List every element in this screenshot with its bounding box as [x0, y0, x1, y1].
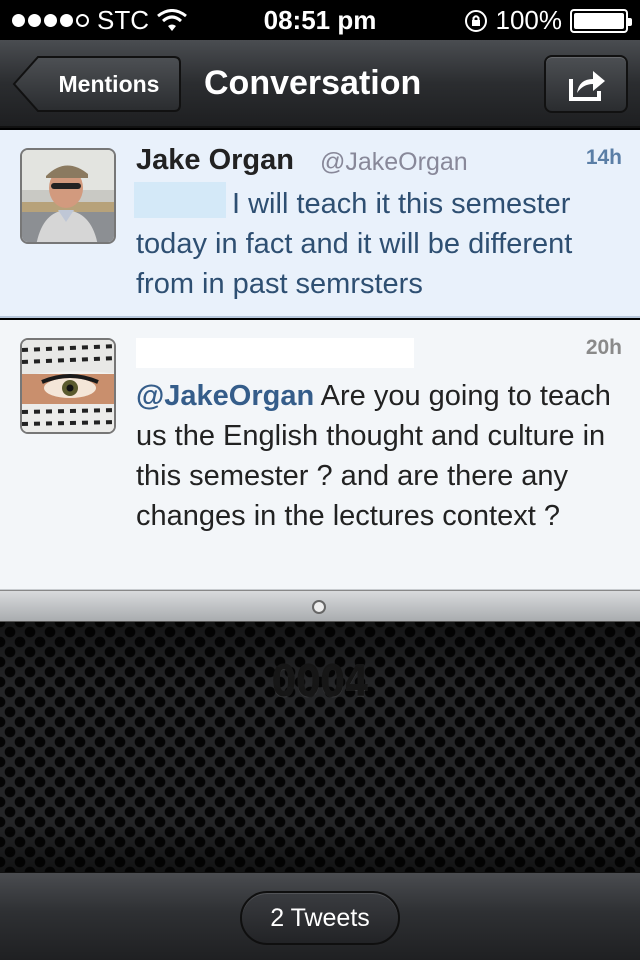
bottom-toolbar: 2 Tweets	[0, 872, 640, 960]
avatar-photo	[22, 340, 114, 432]
drawer-handle[interactable]	[0, 590, 640, 622]
share-icon	[569, 71, 605, 101]
avatar-photo	[22, 150, 114, 242]
page-title: Conversation	[204, 64, 422, 102]
avatar[interactable]	[20, 148, 116, 244]
tweet-text: I will teach it this semester today in f…	[136, 188, 573, 300]
tweet-row[interactable]: Jake Organ @JakeOrgan 14h I will teach i…	[0, 130, 640, 318]
avatar[interactable]	[20, 338, 116, 434]
tweet-counter: 0004	[271, 656, 369, 707]
tweet-time: 20h	[585, 336, 622, 359]
drawer-grille: 0004	[0, 622, 640, 872]
author-name[interactable]: Jake Organ	[136, 144, 294, 177]
tweets-count-button[interactable]: 2 Tweets	[240, 891, 400, 945]
share-button[interactable]	[544, 55, 628, 113]
back-button-label: Mentions	[58, 71, 160, 97]
tweet-text: @JakeOrgan Are you going to teach us the…	[136, 376, 626, 536]
tweet-time: 14h	[585, 146, 622, 169]
tweet-row[interactable]: 20h @JakeOrgan Are you going to teach us…	[0, 320, 640, 590]
battery-percent: 100%	[495, 5, 563, 35]
mention-link[interactable]: @JakeOrgan	[136, 380, 314, 412]
back-button[interactable]: Mentions	[12, 55, 182, 113]
status-right: 100%	[464, 5, 632, 36]
redacted-author	[136, 338, 414, 368]
rotation-lock-icon	[464, 9, 487, 32]
author-handle[interactable]: @JakeOrgan	[320, 148, 468, 177]
battery-icon	[570, 8, 632, 33]
navigation-bar: Mentions Conversation	[0, 40, 640, 128]
status-bar: STC 08:51 pm 100%	[0, 0, 640, 40]
drawer-grip-icon[interactable]	[312, 600, 326, 614]
